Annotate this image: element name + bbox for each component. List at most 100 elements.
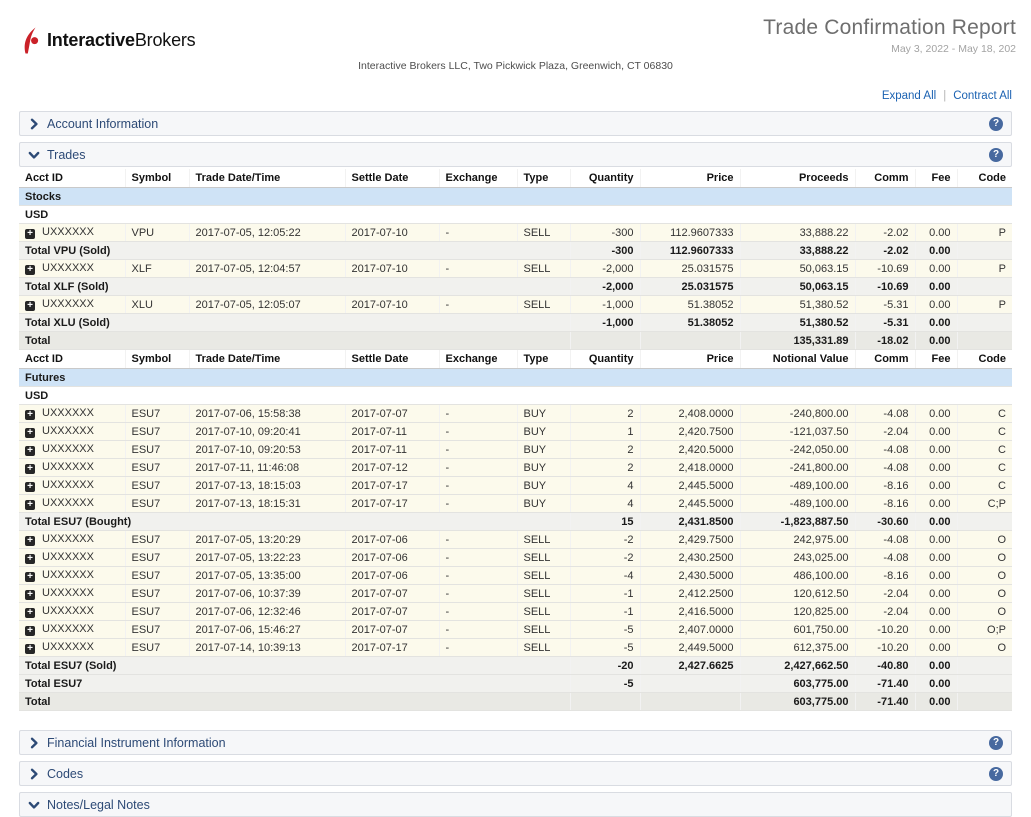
expand-row-icon[interactable]: +	[25, 464, 35, 474]
table-row-total: Total603,775.00-71.400.00	[19, 693, 1012, 711]
column-header: Notional Value	[740, 350, 855, 369]
cell: -	[439, 603, 517, 621]
section-notes-legal-notes[interactable]: Notes/Legal Notes	[19, 792, 1012, 817]
expand-row-icon[interactable]: +	[25, 590, 35, 600]
cell: -2.04	[855, 603, 915, 621]
cell: 2017-07-10	[345, 260, 439, 278]
cell: -2.02	[855, 224, 915, 242]
cell: +UXXXXXX	[19, 495, 125, 513]
cell: ESU7	[125, 459, 189, 477]
table-header-row: Acct IDSymbolTrade Date/TimeSettle DateE…	[19, 350, 1012, 369]
section-financial-instrument-information[interactable]: Financial Instrument Information ?	[19, 730, 1012, 755]
report-header: InteractiveBrokers Trade Confirmation Re…	[19, 0, 1012, 82]
expand-all-link[interactable]: Expand All	[882, 90, 936, 102]
cell: 2017-07-06	[345, 549, 439, 567]
cell: SELL	[517, 603, 570, 621]
cell: 0.00	[915, 260, 957, 278]
cell: 2,407.0000	[640, 621, 740, 639]
expand-row-icon[interactable]: +	[25, 536, 35, 546]
cell: -2.04	[855, 423, 915, 441]
cell: ESU7	[125, 621, 189, 639]
expand-row-icon[interactable]: +	[25, 644, 35, 654]
cell: ESU7	[125, 423, 189, 441]
cell	[957, 242, 1012, 260]
cell: BUY	[517, 495, 570, 513]
acct-id: UXXXXXX	[42, 587, 94, 599]
column-header: Acct ID	[19, 350, 125, 369]
cell: 2	[570, 405, 640, 423]
table-row-data: +UXXXXXXESU72017-07-05, 13:35:002017-07-…	[19, 567, 1012, 585]
cell	[957, 332, 1012, 350]
cell: 0.00	[915, 657, 957, 675]
expand-row-icon[interactable]: +	[25, 229, 35, 239]
acct-id: UXXXXXX	[42, 569, 94, 581]
table-row-data: +UXXXXXXESU72017-07-06, 12:32:462017-07-…	[19, 603, 1012, 621]
cell: 0.00	[915, 314, 957, 332]
cell: 2017-07-06, 10:37:39	[189, 585, 345, 603]
cell: +UXXXXXX	[19, 477, 125, 495]
section-codes[interactable]: Codes ?	[19, 761, 1012, 786]
stocks-trades-table: Acct IDSymbolTrade Date/TimeSettle DateE…	[19, 169, 1012, 350]
cell: 2017-07-06, 12:32:46	[189, 603, 345, 621]
expand-row-icon[interactable]: +	[25, 626, 35, 636]
total-label: Total XLU (Sold)	[19, 314, 570, 332]
cell: ESU7	[125, 441, 189, 459]
cell: 2017-07-11	[345, 441, 439, 459]
cell: 2017-07-05, 13:20:29	[189, 531, 345, 549]
help-icon[interactable]: ?	[989, 767, 1003, 781]
table-row-subtotal: Total VPU (Sold)-300112.960733333,888.22…	[19, 242, 1012, 260]
cell: ESU7	[125, 585, 189, 603]
cell: +UXXXXXX	[19, 296, 125, 314]
cell: +UXXXXXX	[19, 224, 125, 242]
cell	[570, 693, 640, 711]
table-row-data: +UXXXXXXVPU2017-07-05, 12:05:222017-07-1…	[19, 224, 1012, 242]
cell: -	[439, 441, 517, 459]
acct-id: UXXXXXX	[42, 425, 94, 437]
expand-row-icon[interactable]: +	[25, 554, 35, 564]
cell: -121,037.50	[740, 423, 855, 441]
expand-row-icon[interactable]: +	[25, 428, 35, 438]
chevron-down-icon	[28, 149, 40, 161]
section-account-information[interactable]: Account Information ?	[19, 111, 1012, 136]
expand-row-icon[interactable]: +	[25, 608, 35, 618]
cell: +UXXXXXX	[19, 405, 125, 423]
contract-all-link[interactable]: Contract All	[953, 90, 1012, 102]
chevron-right-icon	[28, 118, 40, 130]
cell: -4.08	[855, 459, 915, 477]
expand-row-icon[interactable]: +	[25, 572, 35, 582]
column-header: Quantity	[570, 169, 640, 188]
cell: 2017-07-06	[345, 567, 439, 585]
section-trades[interactable]: Trades ?	[19, 142, 1012, 167]
cell: 4	[570, 477, 640, 495]
cell	[640, 675, 740, 693]
expand-row-icon[interactable]: +	[25, 301, 35, 311]
cell: 0.00	[915, 639, 957, 657]
expand-row-icon[interactable]: +	[25, 410, 35, 420]
column-header: Price	[640, 169, 740, 188]
interactive-brokers-logo: InteractiveBrokers	[20, 27, 195, 54]
help-icon[interactable]: ?	[989, 736, 1003, 750]
expand-row-icon[interactable]: +	[25, 482, 35, 492]
cell: O	[957, 567, 1012, 585]
cell: -1,823,887.50	[740, 513, 855, 531]
cell: -	[439, 621, 517, 639]
cell: -1,000	[570, 314, 640, 332]
cell: 51.38052	[640, 314, 740, 332]
help-icon[interactable]: ?	[989, 148, 1003, 162]
column-header: Fee	[915, 350, 957, 369]
section-label: Notes/Legal Notes	[47, 798, 150, 812]
acct-id: UXXXXXX	[42, 262, 94, 274]
cell: 2,416.5000	[640, 603, 740, 621]
total-label: Total	[19, 693, 570, 711]
cell: SELL	[517, 296, 570, 314]
help-icon[interactable]: ?	[989, 117, 1003, 131]
table-row-subtotal: Total ESU7-5603,775.00-71.400.00	[19, 675, 1012, 693]
expand-row-icon[interactable]: +	[25, 446, 35, 456]
cell: 112.9607333	[640, 224, 740, 242]
table-row-group: Futures	[19, 369, 1012, 387]
expand-row-icon[interactable]: +	[25, 265, 35, 275]
expand-row-icon[interactable]: +	[25, 500, 35, 510]
cell: 0.00	[915, 603, 957, 621]
cell: 2017-07-05, 13:22:23	[189, 549, 345, 567]
cell: 2017-07-06, 15:46:27	[189, 621, 345, 639]
